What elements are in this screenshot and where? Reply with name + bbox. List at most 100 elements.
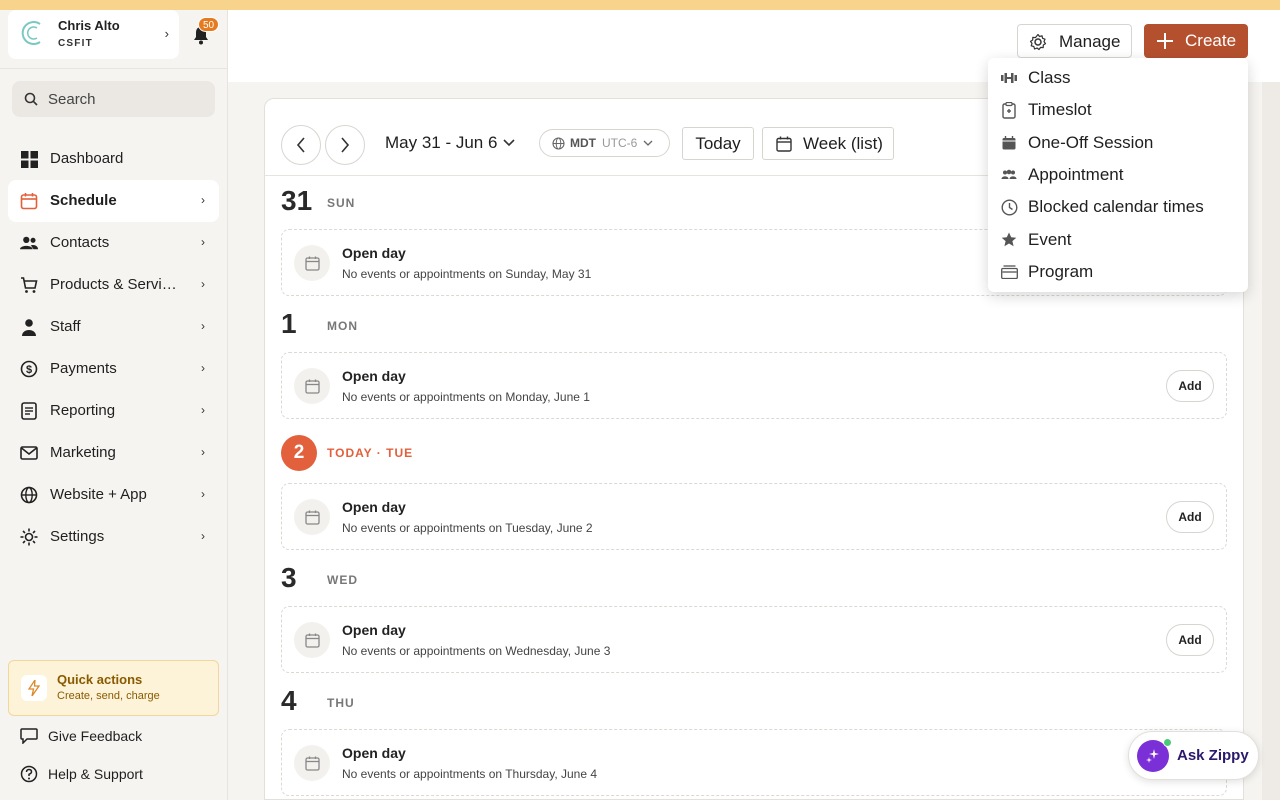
create-menu: Class Timeslot One-Off Session Appointme…: [988, 58, 1248, 292]
manage-button[interactable]: Manage: [1017, 24, 1132, 58]
sidebar-item-label: Payments: [50, 360, 117, 377]
chevron-right-icon: ›: [164, 26, 169, 41]
day-header: 2 TODAY · TUE: [281, 435, 681, 471]
day-card: Open day No events or appointments on We…: [281, 606, 1227, 673]
globe-icon: [552, 136, 565, 150]
calendar-icon: [294, 368, 330, 404]
chevron-right-icon: ›: [201, 193, 205, 207]
give-feedback-link[interactable]: Give Feedback: [20, 726, 142, 746]
today-button[interactable]: Today: [682, 127, 754, 160]
sidebar-item-label: Schedule: [50, 192, 117, 209]
quick-actions-title: Quick actions: [57, 672, 143, 687]
search-box[interactable]: [12, 81, 215, 117]
menu-item-class[interactable]: Class: [988, 62, 1248, 94]
calendar-icon: [20, 192, 38, 210]
online-status-dot: [1163, 738, 1172, 747]
globe-icon: [20, 486, 38, 504]
org-name: CSFIT: [58, 38, 93, 49]
sidebar: Chris Alto CSFIT › 50 Dashboard Schedule…: [0, 10, 228, 800]
date-range-selector[interactable]: May 31 - Jun 6: [385, 133, 516, 153]
chevron-right-icon: ›: [201, 235, 205, 249]
sidebar-nav: Dashboard Schedule › Contacts › Products…: [8, 138, 219, 558]
add-button[interactable]: Add: [1166, 501, 1214, 533]
scroll-gutter: [1262, 82, 1280, 800]
add-button[interactable]: Add: [1166, 370, 1214, 402]
menu-item-one-off-session[interactable]: One-Off Session: [988, 127, 1248, 159]
sidebar-item-label: Staff: [50, 318, 81, 335]
menu-item-appointment[interactable]: Appointment: [988, 159, 1248, 191]
day-card-subtitle: No events or appointments on Tuesday, Ju…: [342, 521, 593, 535]
brand-logo-icon: [21, 21, 41, 45]
help-support-label: Help & Support: [48, 766, 143, 782]
chevron-down-icon: [503, 139, 516, 147]
next-week-button[interactable]: [325, 125, 365, 165]
sidebar-item-schedule[interactable]: Schedule ›: [8, 180, 219, 222]
menu-item-blocked-times[interactable]: Blocked calendar times: [988, 191, 1248, 223]
menu-item-label: One-Off Session: [1028, 132, 1154, 152]
sidebar-item-label: Contacts: [50, 234, 110, 251]
chevron-right-icon: ›: [201, 277, 205, 291]
calendar-icon: [294, 622, 330, 658]
day-label: THU: [327, 696, 355, 710]
sidebar-item-contacts[interactable]: Contacts ›: [8, 222, 219, 264]
chevron-right-icon: ›: [201, 529, 205, 543]
chevron-right-icon: [341, 137, 350, 153]
help-support-link[interactable]: Help & Support: [20, 764, 143, 784]
day-label: WED: [327, 573, 358, 587]
calendar-filled-icon: [1000, 134, 1018, 152]
day-card: Open day No events or appointments on Tu…: [281, 483, 1227, 550]
day-number: 3: [281, 562, 297, 593]
chat-icon: [20, 728, 38, 744]
create-button[interactable]: Create: [1144, 24, 1248, 58]
day-card-subtitle: No events or appointments on Sunday, May…: [342, 267, 592, 281]
org-user-name: Chris Alto: [58, 18, 120, 33]
search-input[interactable]: [48, 89, 208, 109]
today-day-number: 2: [281, 435, 317, 471]
menu-item-label: Blocked calendar times: [1028, 197, 1204, 217]
view-selector[interactable]: Week (list): [762, 127, 894, 160]
star-icon: [1000, 231, 1018, 249]
dashboard-icon: [20, 150, 38, 168]
org-switcher[interactable]: Chris Alto CSFIT ›: [8, 10, 179, 59]
prev-week-button[interactable]: [281, 125, 321, 165]
ask-zippy-button[interactable]: Ask Zippy: [1128, 731, 1259, 780]
sidebar-item-label: Reporting: [50, 402, 116, 419]
quick-actions-card[interactable]: Quick actions Create, send, charge: [8, 660, 219, 716]
plus-icon: [1157, 33, 1173, 49]
day-card-title: Open day: [342, 245, 406, 261]
sidebar-item-staff[interactable]: Staff ›: [8, 306, 219, 348]
menu-item-timeslot[interactable]: Timeslot: [988, 94, 1248, 126]
sidebar-item-label: Marketing: [50, 444, 116, 461]
divider: [0, 68, 227, 69]
clock-icon: [1000, 198, 1018, 216]
timezone-label: MDT: [570, 136, 596, 150]
menu-item-label: Timeslot: [1028, 100, 1092, 120]
sidebar-item-payments[interactable]: $ Payments ›: [8, 348, 219, 390]
group-icon: [1000, 166, 1018, 184]
sidebar-item-products[interactable]: Products & Services ›: [8, 264, 219, 306]
sidebar-item-settings[interactable]: Settings ›: [8, 516, 219, 558]
dollar-icon: $: [20, 360, 38, 378]
day-label: TODAY · TUE: [327, 446, 414, 460]
sidebar-item-website[interactable]: Website + App ›: [8, 474, 219, 516]
menu-item-event[interactable]: Event: [988, 223, 1248, 255]
mail-icon: [20, 444, 38, 462]
day-header: 3 WED: [281, 562, 681, 598]
chevron-right-icon: ›: [201, 445, 205, 459]
sidebar-item-dashboard[interactable]: Dashboard: [8, 138, 219, 180]
timezone-selector[interactable]: MDT UTC-6: [539, 129, 670, 157]
add-button[interactable]: Add: [1166, 624, 1214, 656]
calendar-icon: [776, 136, 792, 152]
report-icon: [20, 402, 38, 420]
day-card-title: Open day: [342, 368, 406, 384]
gear-icon: [20, 528, 38, 546]
sidebar-item-reporting[interactable]: Reporting ›: [8, 390, 219, 432]
cart-icon: [20, 276, 38, 294]
top-banner: [0, 0, 1280, 10]
sidebar-item-marketing[interactable]: Marketing ›: [8, 432, 219, 474]
day-header: 31 SUN: [281, 185, 681, 221]
person-icon: [20, 318, 38, 336]
day-card: Open day No events or appointments on Mo…: [281, 352, 1227, 419]
menu-item-program[interactable]: Program: [988, 256, 1248, 288]
sidebar-item-label: Settings: [50, 528, 105, 545]
